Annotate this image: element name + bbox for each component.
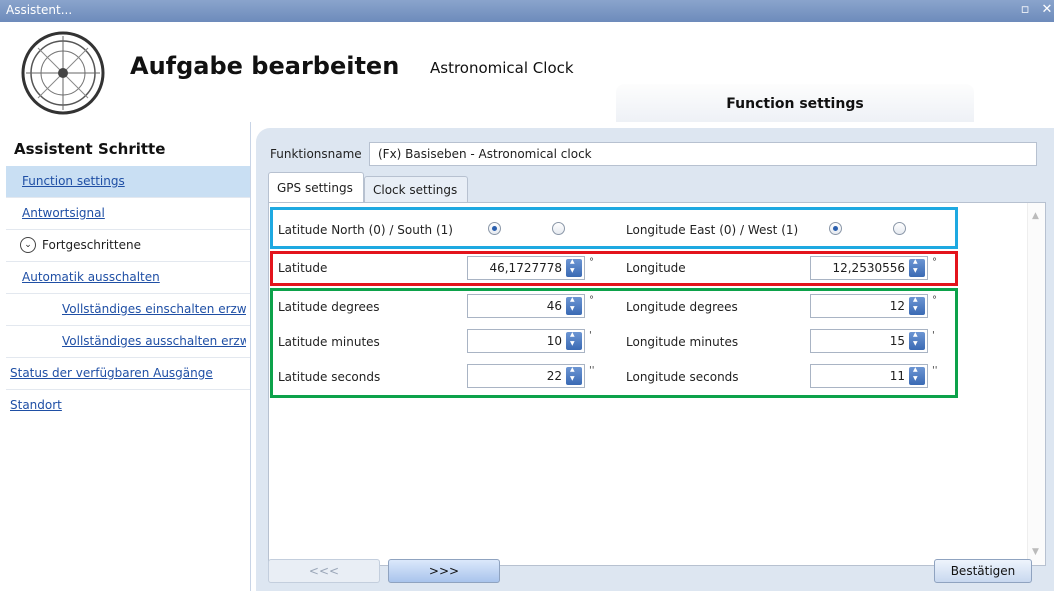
next-button[interactable]: >>> xyxy=(388,559,500,583)
latitude-value: 46,1727778 xyxy=(489,261,562,275)
lon-min-label: Longitude minutes xyxy=(626,335,739,349)
latitude-input[interactable]: 46,1727778 xyxy=(467,256,585,280)
tab-function-settings-label: Function settings xyxy=(726,96,864,112)
astronomical-clock-icon xyxy=(21,31,105,115)
lat-deg-input[interactable]: 46 xyxy=(467,294,585,318)
vertical-scrollbar[interactable]: ▲ ▼ xyxy=(1027,203,1045,565)
function-name-value: (Fx) Basiseben - Astronomical clock xyxy=(378,147,592,161)
lat-ns-label: Latitude North (0) / South (1) xyxy=(278,223,453,237)
sidebar-item-function-settings[interactable]: Function settings xyxy=(6,166,250,198)
sidebar-item-einschalten-erzwingen[interactable]: Vollständiges einschalten erzw xyxy=(6,294,250,326)
lon-ew-label: Longitude East (0) / West (1) xyxy=(626,223,799,237)
scroll-up-icon[interactable]: ▲ xyxy=(1032,211,1039,221)
lat-deg-value: 46 xyxy=(546,299,562,313)
unit-degree: ° xyxy=(932,295,937,306)
lon-west-radio[interactable] xyxy=(893,222,906,235)
lat-deg-spinner-icon[interactable] xyxy=(566,296,582,315)
longitude-spinner-icon[interactable] xyxy=(909,258,925,277)
lon-sec-spinner-icon[interactable] xyxy=(909,366,925,385)
sidebar-item-label[interactable]: Vollständiges einschalten erzw xyxy=(62,302,246,316)
lon-deg-label: Longitude degrees xyxy=(626,300,738,314)
sidebar-item-label[interactable]: Standort xyxy=(10,398,62,412)
sidebar-item-antwortsignal[interactable]: Antwortsignal xyxy=(6,198,250,230)
lat-min-value: 10 xyxy=(546,334,562,348)
unit-degree: ° xyxy=(589,295,594,306)
expand-chevron-icon[interactable]: ⌄ xyxy=(20,237,36,253)
unit-degree: ° xyxy=(589,257,594,268)
lat-min-spinner-icon[interactable] xyxy=(566,331,582,350)
page-subtitle: Astronomical Clock xyxy=(430,59,574,77)
lat-deg-label: Latitude degrees xyxy=(278,300,380,314)
sidebar-item-label[interactable]: Status der verfügbaren Ausgänge xyxy=(10,366,213,380)
lat-min-input[interactable]: 10 xyxy=(467,329,585,353)
lon-deg-input[interactable]: 12 xyxy=(810,294,928,318)
tab-clock-settings[interactable]: Clock settings xyxy=(364,176,468,202)
lon-min-value: 15 xyxy=(889,334,905,348)
scroll-down-icon[interactable]: ▼ xyxy=(1032,547,1039,557)
lat-sec-spinner-icon[interactable] xyxy=(566,366,582,385)
page-title: Aufgabe bearbeiten xyxy=(130,52,400,80)
latitude-spinner-icon[interactable] xyxy=(566,258,582,277)
confirm-button-label: Bestätigen xyxy=(950,564,1016,578)
latitude-label: Latitude xyxy=(278,261,328,275)
unit-second: '' xyxy=(932,365,938,376)
sidebar-item-label[interactable]: Vollständiges ausschalten erzw xyxy=(62,334,246,348)
lon-sec-value: 11 xyxy=(889,369,905,383)
unit-degree: ° xyxy=(932,257,937,268)
longitude-label: Longitude xyxy=(626,261,686,275)
lat-sec-input[interactable]: 22 xyxy=(467,364,585,388)
lon-deg-value: 12 xyxy=(889,299,905,313)
restore-icon[interactable]: ▫ xyxy=(1018,3,1032,17)
gps-settings-content: ▲ ▼ Latitude North (0) / South (1) Longi… xyxy=(268,202,1046,566)
sidebar-item-label[interactable]: Antwortsignal xyxy=(22,206,105,220)
sidebar-item-standort[interactable]: Standort xyxy=(6,390,250,421)
window-title: Assistent... xyxy=(6,3,73,17)
prev-button[interactable]: <<< xyxy=(268,559,380,583)
sidebar-item-status-ausgaenge[interactable]: Status der verfügbaren Ausgänge xyxy=(6,358,250,390)
lon-sec-label: Longitude seconds xyxy=(626,370,739,384)
lon-east-radio[interactable] xyxy=(829,222,842,235)
lon-sec-input[interactable]: 11 xyxy=(810,364,928,388)
tab-label: GPS settings xyxy=(277,181,353,195)
sidebar-item-label: Fortgeschrittene xyxy=(42,238,141,252)
longitude-value: 12,2530556 xyxy=(832,261,905,275)
lat-sec-value: 22 xyxy=(546,369,562,383)
unit-minute: ' xyxy=(932,330,935,341)
unit-minute: ' xyxy=(589,330,592,341)
lat-min-label: Latitude minutes xyxy=(278,335,380,349)
lat-sec-label: Latitude seconds xyxy=(278,370,381,384)
unit-second: '' xyxy=(589,365,595,376)
lon-min-input[interactable]: 15 xyxy=(810,329,928,353)
sidebar: Assistent Schritte Function settings Ant… xyxy=(6,122,251,591)
next-button-label: >>> xyxy=(428,564,460,578)
sidebar-item-label[interactable]: Function settings xyxy=(22,174,125,188)
lon-deg-spinner-icon[interactable] xyxy=(909,296,925,315)
sidebar-heading: Assistent Schritte xyxy=(14,140,166,158)
tab-label: Clock settings xyxy=(373,183,458,197)
function-name-label: Funktionsname xyxy=(270,147,362,161)
sidebar-item-automatik-ausschalten[interactable]: Automatik ausschalten xyxy=(6,262,250,294)
longitude-input[interactable]: 12,2530556 xyxy=(810,256,928,280)
sidebar-item-label[interactable]: Automatik ausschalten xyxy=(22,270,160,284)
tab-function-settings[interactable]: Function settings xyxy=(616,84,974,122)
close-icon[interactable]: ✕ xyxy=(1040,3,1054,17)
function-name-input[interactable]: (Fx) Basiseben - Astronomical clock xyxy=(369,142,1037,166)
lat-south-radio[interactable] xyxy=(552,222,565,235)
main-panel: Funktionsname (Fx) Basiseben - Astronomi… xyxy=(256,128,1054,591)
sidebar-item-ausschalten-erzwingen[interactable]: Vollständiges ausschalten erzw xyxy=(6,326,250,358)
tab-gps-settings[interactable]: GPS settings xyxy=(268,172,364,202)
sidebar-item-fortgeschrittene[interactable]: ⌄ Fortgeschrittene xyxy=(6,230,250,262)
prev-button-label: <<< xyxy=(308,564,340,578)
window-titlebar: Assistent... ▫ ✕ xyxy=(0,0,1054,22)
confirm-button[interactable]: Bestätigen xyxy=(934,559,1032,583)
lon-min-spinner-icon[interactable] xyxy=(909,331,925,350)
header: Aufgabe bearbeiten Astronomical Clock Fu… xyxy=(6,22,1054,122)
lat-north-radio[interactable] xyxy=(488,222,501,235)
